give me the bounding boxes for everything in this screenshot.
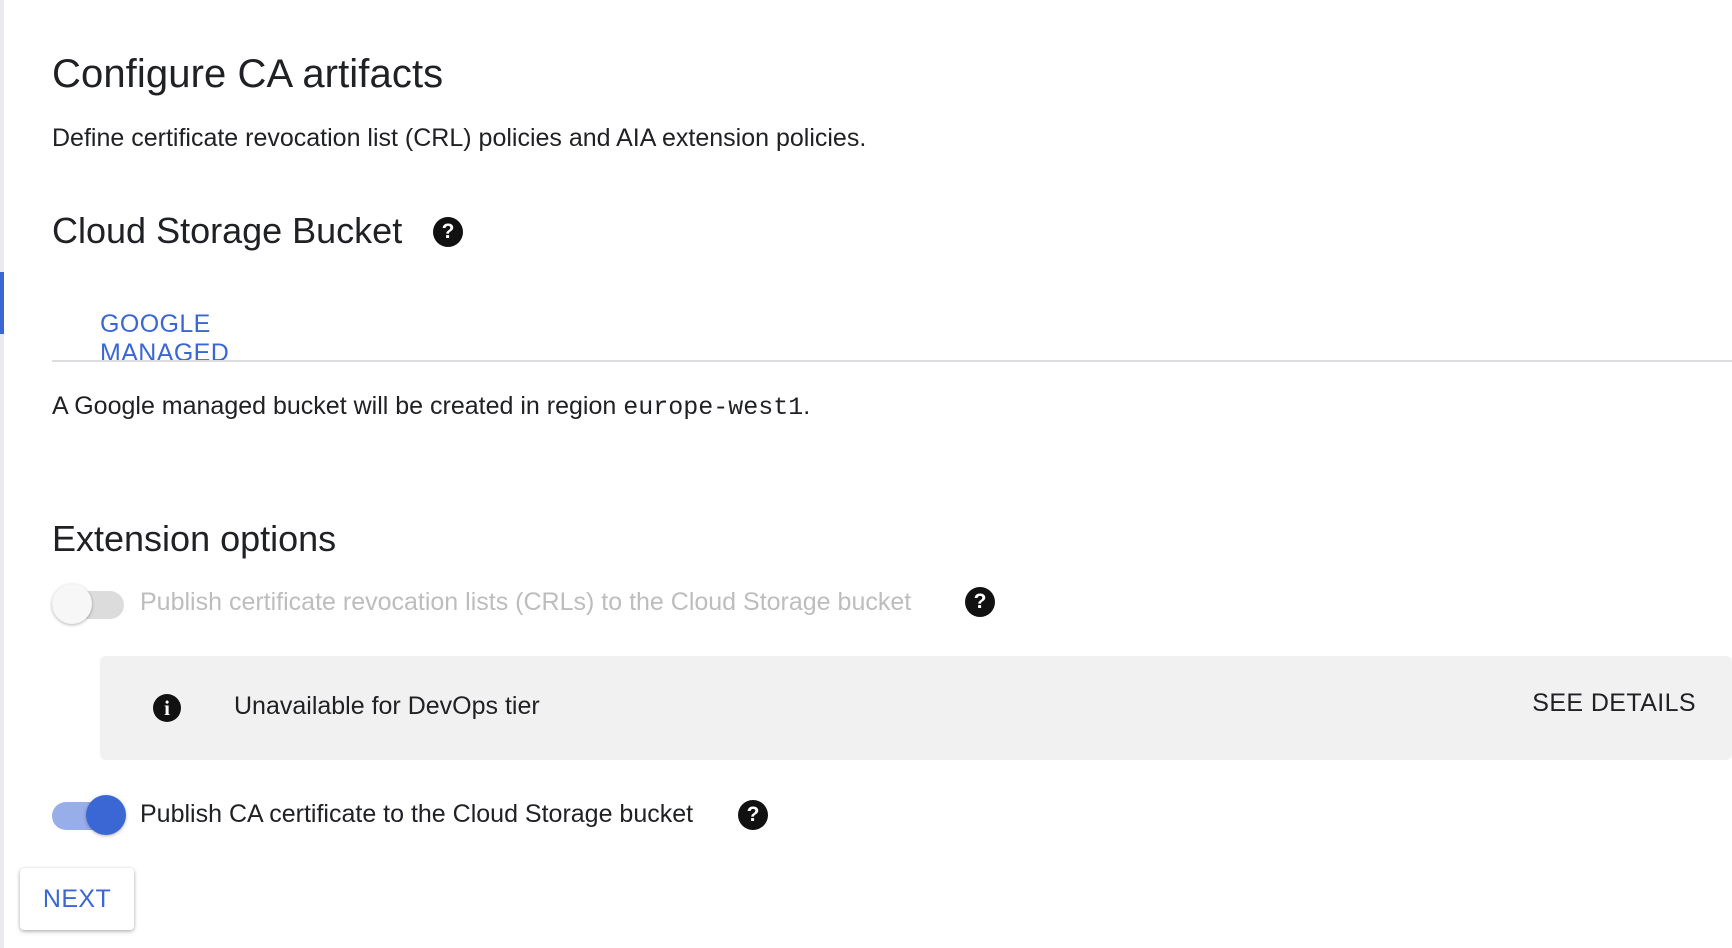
- publish-crl-label: Publish certificate revocation lists (CR…: [140, 588, 912, 616]
- see-details-button[interactable]: SEE DETAILS: [1532, 689, 1696, 718]
- help-icon[interactable]: ?: [965, 587, 995, 617]
- publish-ca-certificate-toggle[interactable]: [52, 795, 126, 835]
- page-title: Configure CA artifacts: [52, 52, 444, 96]
- tab-divider: [52, 360, 1732, 362]
- help-icon[interactable]: ?: [738, 800, 768, 830]
- bucket-region: europe-west1: [623, 393, 804, 422]
- devops-tier-info-banner: i Unavailable for DevOps tier SEE DETAIL…: [100, 656, 1732, 760]
- toggle-knob: [86, 795, 126, 835]
- active-step-indicator: [0, 272, 4, 334]
- left-border: [0, 0, 4, 948]
- bucket-note-suffix: .: [803, 392, 811, 420]
- bucket-region-note: A Google managed bucket will be created …: [52, 392, 810, 422]
- tab-google-managed[interactable]: GOOGLE MANAGED: [52, 292, 332, 367]
- bucket-note-prefix: A Google managed bucket will be created …: [52, 392, 624, 420]
- configure-ca-artifacts-page: Configure CA artifacts Define certificat…: [0, 0, 1732, 948]
- next-button[interactable]: NEXT: [20, 868, 134, 930]
- page-subtitle: Define certificate revocation list (CRL)…: [52, 124, 867, 152]
- toggle-knob: [52, 584, 92, 624]
- publish-ca-certificate-label: Publish CA certificate to the Cloud Stor…: [140, 800, 694, 828]
- publish-crl-toggle[interactable]: [52, 584, 126, 624]
- cloud-storage-bucket-heading: Cloud Storage Bucket: [52, 210, 403, 251]
- info-icon: i: [153, 694, 181, 722]
- help-icon[interactable]: ?: [433, 217, 463, 247]
- info-message: Unavailable for DevOps tier: [234, 692, 540, 720]
- extension-options-heading: Extension options: [52, 518, 337, 559]
